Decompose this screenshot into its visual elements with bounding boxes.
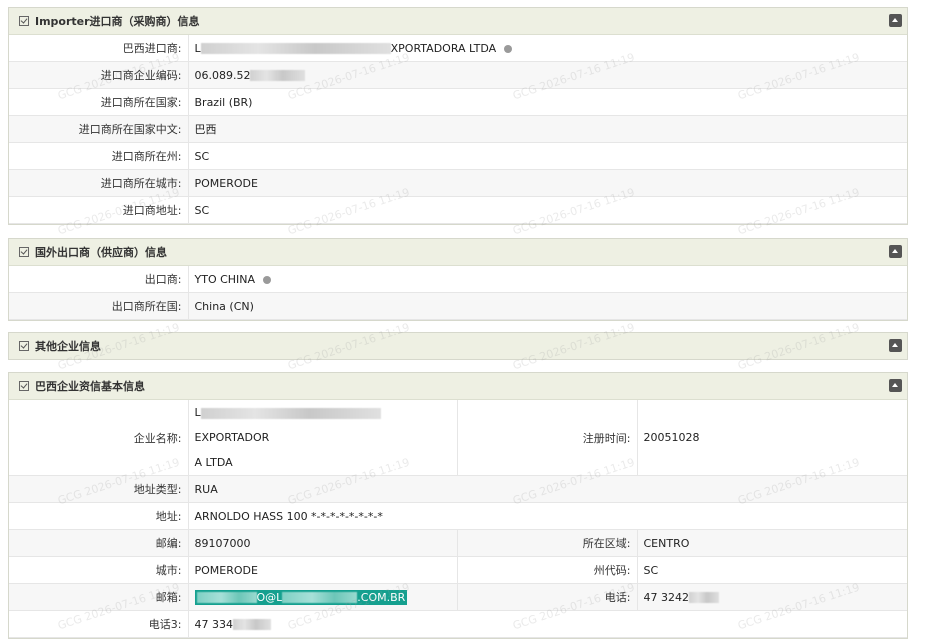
exporter-panel-title: 国外出口商（供应商）信息 — [35, 246, 167, 259]
collapse-up-icon[interactable] — [889, 14, 902, 27]
table-row: 进口商所在州: SC — [9, 142, 907, 170]
field-label: 进口商所在国家: — [9, 88, 189, 116]
importer-table: 巴西进口商: L XPORTADORA LTDA 进口商企业编码: 06.089.… — [9, 35, 907, 224]
field-value: ARNOLDO HASS 100 *-*-*-*-*-*-*-* — [188, 502, 907, 530]
collapse-up-icon[interactable] — [889, 245, 902, 258]
table-row: 进口商所在国家: Brazil (BR) — [9, 88, 907, 116]
field-label: 进口商所在城市: — [9, 169, 189, 197]
other-panel-title: 其他企业信息 — [35, 340, 101, 353]
field-label: 电话3: — [9, 610, 189, 638]
importer-panel-title: Importer进口商（采购商）信息 — [35, 15, 200, 28]
checkbox-icon — [19, 247, 29, 257]
exporter-panel-header[interactable]: 国外出口商（供应商）信息 — [9, 239, 907, 266]
other-panel-header[interactable]: 其他企业信息 — [9, 333, 907, 359]
company-name-value: LEXPORTADOR A LTDA — [188, 400, 458, 476]
collapse-up-icon[interactable] — [889, 339, 902, 352]
field-label: 企业名称: — [9, 400, 189, 476]
field-value: Brazil (BR) — [188, 88, 907, 116]
importer-panel-header[interactable]: Importer进口商（采购商）信息 — [9, 8, 907, 35]
table-row: 邮编: 89107000 所在区域: CENTRO — [9, 529, 907, 557]
table-row: 进口商地址: SC — [9, 196, 907, 224]
table-row: 进口商所在国家中文: 巴西 — [9, 115, 907, 143]
field-value: SC — [637, 556, 907, 584]
field-value: SC — [188, 196, 907, 224]
field-label: 进口商企业编码: — [9, 61, 189, 89]
email-value[interactable]: O@L .COM.BR — [188, 583, 458, 611]
field-value: China (CN) — [188, 292, 907, 320]
table-row: 巴西进口商: L XPORTADORA LTDA — [9, 35, 907, 62]
table-row: 进口商企业编码: 06.089.52 — [9, 61, 907, 89]
field-label: 出口商所在国: — [9, 292, 189, 320]
globe-icon[interactable] — [504, 44, 513, 53]
checkbox-icon — [19, 381, 29, 391]
field-value: RUA — [188, 475, 907, 503]
exporter-table: 出口商: YTO CHINA 出口商所在国: China (CN) — [9, 266, 907, 320]
field-value: 巴西 — [188, 115, 907, 143]
field-value: CENTRO — [637, 529, 907, 557]
credit-table: 企业名称: LEXPORTADOR A LTDA 注册时间: 20051028 … — [9, 400, 907, 638]
field-label: 城市: — [9, 556, 189, 584]
credit-panel-title: 巴西企业资信基本信息 — [35, 380, 145, 393]
table-row: 城市: POMERODE 州代码: SC — [9, 556, 907, 584]
field-value: POMERODE — [188, 556, 458, 584]
globe-icon[interactable] — [263, 275, 272, 284]
field-value: SC — [188, 142, 907, 170]
table-row: 地址: ARNOLDO HASS 100 *-*-*-*-*-*-*-* — [9, 502, 907, 530]
table-row: 出口商: YTO CHINA — [9, 266, 907, 293]
collapse-up-icon[interactable] — [889, 379, 902, 392]
credit-panel: 巴西企业资信基本信息 企业名称: LEXPORTADOR A LTDA 注册时间… — [8, 372, 908, 639]
importer-name-value: L XPORTADORA LTDA — [188, 35, 907, 62]
credit-panel-header[interactable]: 巴西企业资信基本信息 — [9, 373, 907, 400]
field-value: 20051028 — [637, 400, 907, 476]
field-label: 电话: — [457, 583, 638, 611]
field-label: 注册时间: — [457, 400, 638, 476]
field-label: 出口商: — [9, 266, 189, 293]
field-label: 邮编: — [9, 529, 189, 557]
table-row: 地址类型: RUA — [9, 475, 907, 503]
exporter-panel: 国外出口商（供应商）信息 出口商: YTO CHINA 出口商所在国: Chin… — [8, 238, 908, 321]
field-value: POMERODE — [188, 169, 907, 197]
field-value: 89107000 — [188, 529, 458, 557]
table-row: 企业名称: LEXPORTADOR A LTDA 注册时间: 20051028 — [9, 400, 907, 476]
table-row: 电话3: 47 334 — [9, 610, 907, 638]
table-row: 出口商所在国: China (CN) — [9, 292, 907, 320]
field-label: 州代码: — [457, 556, 638, 584]
phone3-value: 47 334 — [188, 610, 907, 638]
field-label: 地址类型: — [9, 475, 189, 503]
phone-value: 47 3242 — [637, 583, 907, 611]
importer-panel: Importer进口商（采购商）信息 巴西进口商: L XPORTADORA LT… — [8, 7, 908, 225]
other-panel: 其他企业信息 — [8, 332, 908, 360]
importer-code-value: 06.089.52 — [188, 61, 907, 89]
checkbox-icon — [19, 341, 29, 351]
table-row: 邮箱: O@L .COM.BR 电话: 47 3242 — [9, 583, 907, 611]
field-label: 进口商地址: — [9, 196, 189, 224]
checkbox-icon — [19, 16, 29, 26]
field-label: 邮箱: — [9, 583, 189, 611]
table-row: 进口商所在城市: POMERODE — [9, 169, 907, 197]
exporter-name-value: YTO CHINA — [188, 266, 907, 293]
field-label: 进口商所在州: — [9, 142, 189, 170]
field-label: 所在区域: — [457, 529, 638, 557]
field-label: 进口商所在国家中文: — [9, 115, 189, 143]
field-label: 巴西进口商: — [9, 35, 189, 62]
field-label: 地址: — [9, 502, 189, 530]
